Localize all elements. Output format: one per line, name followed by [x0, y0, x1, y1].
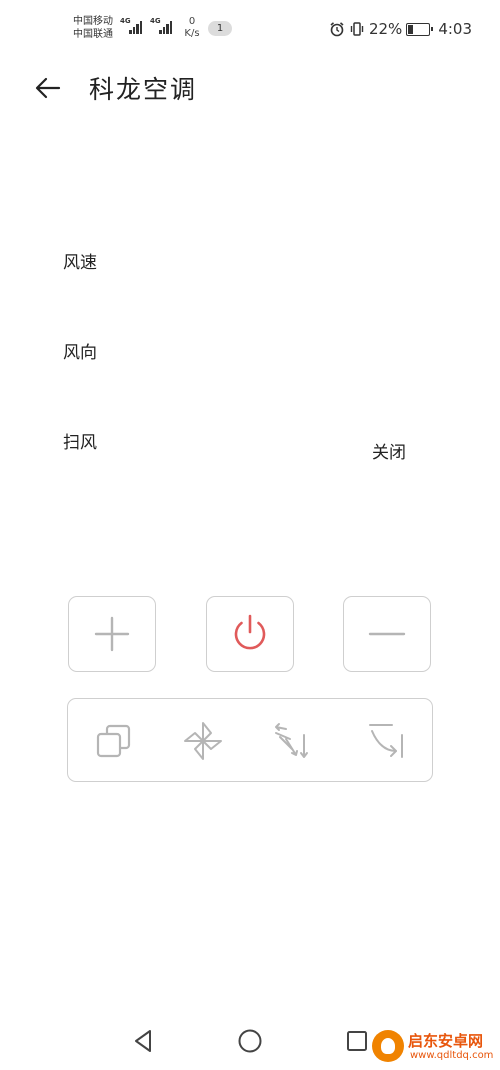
nav-recents-button[interactable] — [340, 1024, 374, 1058]
nav-back-button[interactable] — [126, 1024, 160, 1058]
signal-1-icon: 4G — [120, 18, 148, 36]
speed-value: 0 — [188, 16, 196, 27]
home-circle-icon — [238, 1029, 262, 1053]
vibrate-icon — [350, 22, 364, 36]
notification-badge: 1 — [208, 21, 232, 36]
carrier-names: 中国移动 中国联通 — [73, 15, 113, 41]
watermark-url: www.qdltdq.com — [410, 1050, 494, 1061]
swing-arrows-icon — [275, 723, 308, 758]
rotate-icon — [369, 724, 403, 758]
signal-2-icon: 4G — [150, 18, 178, 36]
network-speed: 0 K/s — [181, 16, 203, 40]
carrier-2: 中国联通 — [73, 29, 113, 40]
mode-bar — [67, 698, 433, 782]
swing-value: 关闭 — [372, 443, 406, 463]
clock: 4:03 — [438, 20, 472, 38]
status-right: 22% 4:03 — [329, 18, 472, 40]
watermark-name: 启东安卓网 — [408, 1032, 484, 1050]
watermark-logo-icon — [372, 1030, 404, 1062]
copy-mode-icon — [96, 724, 131, 758]
swing-direction-button[interactable] — [264, 713, 320, 769]
mode-button[interactable] — [86, 713, 142, 769]
temp-down-button[interactable] — [343, 596, 431, 672]
status-bar: 中国移动 中国联通 4G 4G 0 K/s 1 22% 4:03 — [0, 0, 500, 58]
power-button[interactable] — [206, 596, 294, 672]
speed-unit: K/s — [184, 28, 200, 39]
alarm-icon — [330, 22, 344, 37]
minus-icon — [368, 632, 406, 636]
recents-square-icon — [347, 1031, 367, 1051]
back-triangle-icon — [135, 1030, 151, 1052]
watermark: 启东安卓网 www.qdltdq.com — [372, 1028, 500, 1068]
plus-icon — [94, 616, 130, 652]
app-header: 科龙空调 — [0, 58, 500, 118]
fan-mode-button[interactable] — [175, 713, 231, 769]
temp-up-button[interactable] — [68, 596, 156, 672]
nav-home-button[interactable] — [233, 1024, 267, 1058]
arrow-left-icon — [35, 77, 61, 99]
battery-icon — [406, 22, 434, 36]
carrier-1: 中国移动 — [73, 16, 113, 27]
page-title: 科龙空调 — [89, 75, 198, 104]
power-icon — [234, 614, 266, 650]
fan-direction-label: 风向 — [63, 343, 97, 363]
back-button[interactable] — [32, 72, 64, 104]
swing-label: 扫风 — [63, 433, 97, 453]
battery-percent: 22% — [368, 20, 403, 38]
fan-icon — [184, 722, 222, 760]
fan-speed-label: 风速 — [63, 253, 97, 273]
rotate-button[interactable] — [358, 713, 414, 769]
